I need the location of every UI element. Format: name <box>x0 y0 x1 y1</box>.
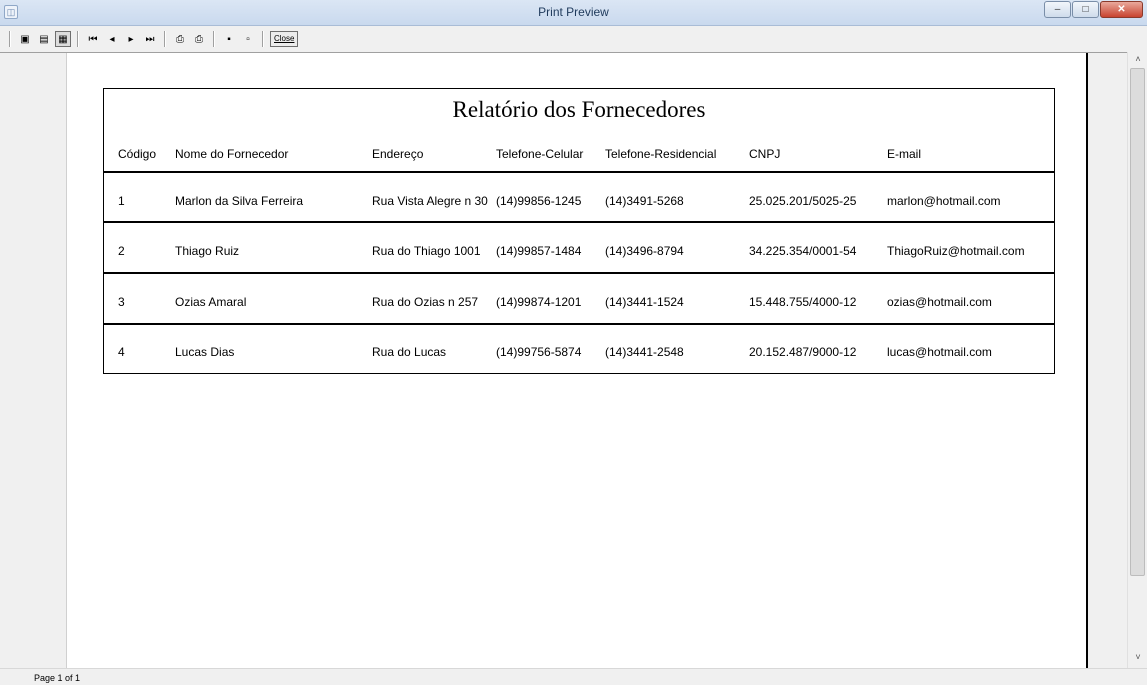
table-cell: Marlon da Silva Ferreira <box>175 194 304 208</box>
close-window-button[interactable]: ✕ <box>1100 1 1143 18</box>
column-header-celular: Telefone-Celular <box>496 147 584 161</box>
table-cell: (14)99857-1484 <box>496 244 582 258</box>
toolbar-separator <box>164 31 166 47</box>
print-setup-icon[interactable]: ⎙ <box>172 31 188 47</box>
column-header-nome: Nome do Fornecedor <box>175 147 289 161</box>
table-cell: 2 <box>118 244 125 258</box>
scrollbar-thumb[interactable] <box>1130 68 1145 576</box>
scroll-up-icon[interactable]: ˄ <box>1128 54 1147 64</box>
window-controls: – □ ✕ <box>1044 1 1143 18</box>
table-cell: Rua do Thiago 1001 <box>372 244 481 258</box>
two-page-view-icon[interactable]: ▤ <box>36 31 52 47</box>
table-cell: (14)99874-1201 <box>496 295 582 309</box>
maximize-button[interactable]: □ <box>1072 1 1099 18</box>
column-header-cnpj: CNPJ <box>749 147 781 161</box>
table-cell: Thiago Ruiz <box>175 244 240 258</box>
table-cell: marlon@hotmail.com <box>887 194 1001 208</box>
page-indicator: Page 1 of 1 <box>34 673 81 683</box>
table-cell: (14)3491-5268 <box>605 194 684 208</box>
report-table: Relatório dos Fornecedores Código Nome d… <box>103 88 1055 374</box>
minimize-button[interactable]: – <box>1044 1 1071 18</box>
table-cell: Rua do Lucas <box>372 345 447 359</box>
title-bar: ◫ Print Preview – □ ✕ <box>0 0 1147 26</box>
table-cell: ozias@hotmail.com <box>887 295 992 309</box>
report-page: Relatório dos Fornecedores Código Nome d… <box>66 53 1086 668</box>
last-page-icon[interactable]: ⏭ <box>142 31 158 47</box>
table-cell: (14)99756-5874 <box>496 345 582 359</box>
print-icon[interactable]: ⎙ <box>191 31 207 47</box>
table-cell: ThiagoRuiz@hotmail.com <box>887 244 1025 258</box>
first-page-icon[interactable]: ⏮ <box>85 31 101 47</box>
row-divider <box>104 323 1054 325</box>
toolbar-separator <box>262 31 264 47</box>
previous-page-icon[interactable]: ◂ <box>104 31 120 47</box>
table-cell: (14)3441-1524 <box>605 295 684 309</box>
toolbar-separator <box>213 31 215 47</box>
table-cell: Ozias Amaral <box>175 295 247 309</box>
report-title: Relatório dos Fornecedores <box>452 97 706 122</box>
scroll-down-icon[interactable]: ˅ <box>1128 652 1147 662</box>
next-page-icon[interactable]: ▸ <box>123 31 139 47</box>
table-cell: (14)3496-8794 <box>605 244 684 258</box>
column-header-email: E-mail <box>887 147 922 161</box>
window-title: Print Preview <box>538 5 609 19</box>
vertical-scrollbar[interactable]: ˄ ˅ <box>1127 52 1147 668</box>
row-divider <box>104 221 1054 223</box>
table-cell: lucas@hotmail.com <box>887 345 992 359</box>
table-cell: 4 <box>118 345 125 359</box>
column-header-codigo: Código <box>118 147 157 161</box>
close-preview-button[interactable]: Close <box>270 31 299 47</box>
table-cell: 3 <box>118 295 125 309</box>
table-cell: Rua do Ozias n 257 <box>372 295 479 309</box>
open-folder-icon[interactable]: ▫ <box>240 31 256 47</box>
one-page-view-icon[interactable]: ▣ <box>17 31 33 47</box>
save-icon[interactable]: ▪ <box>221 31 237 47</box>
table-cell: 1 <box>118 194 125 208</box>
page-width-view-icon[interactable]: ▦ <box>55 31 71 47</box>
status-bar: Page 1 of 1 <box>0 668 1147 685</box>
toolbar-separator <box>9 31 11 47</box>
table-cell: (14)99856-1245 <box>496 194 582 208</box>
toolbar-separator <box>77 31 79 47</box>
table-cell: 15.448.755/4000-12 <box>749 295 857 309</box>
table-cell: 20.152.487/9000-12 <box>749 345 857 359</box>
table-cell: Rua Vista Alegre n 30 <box>372 194 488 208</box>
row-divider <box>104 272 1054 274</box>
table-cell: 34.225.354/0001-54 <box>749 244 857 258</box>
column-header-residencial: Telefone-Residencial <box>605 147 717 161</box>
preview-toolbar: ▣ ▤ ▦ ⏮ ◂ ▸ ⏭ ⎙ ⎙ ▪ ▫ Close <box>0 28 1147 50</box>
row-divider <box>104 171 1054 173</box>
preview-area[interactable]: Relatório dos Fornecedores Código Nome d… <box>0 52 1127 668</box>
table-cell: Lucas Dias <box>175 345 235 359</box>
table-cell: (14)3441-2548 <box>605 345 684 359</box>
column-header-endereco: Endereço <box>372 147 424 161</box>
table-cell: 25.025.201/5025-25 <box>749 194 857 208</box>
